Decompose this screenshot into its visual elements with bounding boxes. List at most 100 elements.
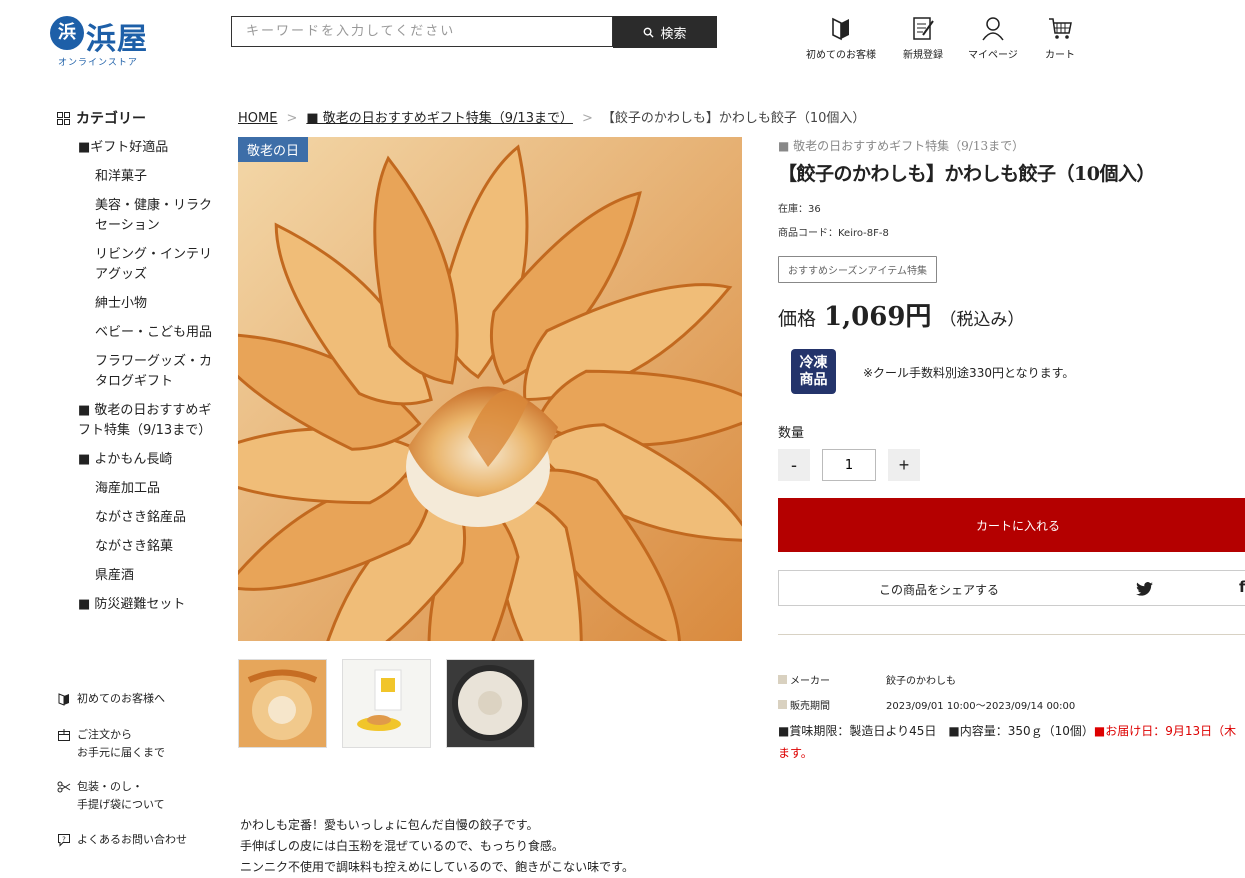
description-line: ニンニク不使用で調味料も控えめにしているので、飽きがこない味です。 — [240, 860, 634, 874]
product-badge: 敬老の日 — [238, 137, 309, 162]
breadcrumb: HOME > ■ 敬老の日おすすめギフト特集（9/13まで） > 【餃子のかわしも】かわ… — [238, 107, 865, 126]
category-seafood[interactable]: 海産加工品 — [57, 479, 217, 499]
spec-bullet — [778, 675, 787, 684]
spec-period: 販売期間 2023/09/01 10:00〜2023/09/14 00:00 — [778, 697, 1075, 712]
quantity-input[interactable] — [822, 449, 876, 481]
price: 価格 1,069円 （税込み） — [778, 296, 1024, 333]
question-bubble-icon: ? — [58, 834, 70, 847]
thumbnail-pan-image — [447, 660, 534, 747]
thumbnail-2[interactable] — [342, 659, 431, 748]
price-label: 価格 — [778, 308, 817, 330]
spec-period-key: 販売期間 — [790, 701, 830, 712]
cool-fee-note: ※クール手数料別途330円となります。 — [863, 366, 1075, 380]
svg-text:?: ? — [62, 836, 66, 844]
search-button-label: 検索 — [660, 25, 687, 41]
scissors-icon — [57, 781, 71, 793]
category-heading: カテゴリー — [57, 108, 217, 128]
thumbnail-gyoza-image — [239, 660, 326, 747]
grid-icon — [57, 111, 70, 125]
gyoza-photo — [238, 137, 742, 641]
quantity-minus-button[interactable]: - — [778, 449, 810, 481]
thumbnail-1[interactable] — [238, 659, 327, 748]
frozen-line1: 冷凍 — [799, 354, 828, 371]
share-bar: この商品をシェアする f — [778, 570, 1245, 606]
first-guide-label: 初めてのお客様へ — [77, 692, 165, 705]
frozen-badge: 冷凍 商品 — [791, 349, 836, 394]
sidebar-link-first-guide[interactable]: 初めてのお客様へ — [57, 690, 165, 708]
price-tax: （税込み） — [939, 310, 1025, 330]
quantity-label: 数量 — [778, 426, 805, 441]
nav-register-label: 新規登録 — [903, 50, 943, 61]
frozen-line2: 商品 — [799, 371, 828, 388]
product-code: 商品コード：Keiro-8F-8 — [778, 228, 889, 239]
logo-subtitle: オンラインストア — [58, 58, 138, 68]
wrapping-line2: 手提げ袋について — [77, 798, 165, 811]
nav-mypage[interactable]: マイページ — [968, 14, 1018, 61]
category-gift[interactable]: ■ギフト好適品 — [57, 138, 217, 158]
category-mens[interactable]: 紳士小物 — [57, 294, 217, 314]
add-to-cart-button[interactable]: カートに入れる — [778, 498, 1245, 552]
spec-maker-value: 餃子のかわしも — [886, 676, 956, 687]
spec-maker: メーカー 餃子のかわしも — [778, 672, 956, 687]
box-icon — [58, 729, 70, 741]
category-keiro[interactable]: ■ 敬老の日おすすめギフト特集（9/13まで） — [57, 401, 217, 441]
season-tag[interactable]: おすすめシーズンアイテム特集 — [778, 256, 937, 283]
breadcrumb-separator: > — [581, 111, 593, 126]
nav-cart[interactable]: カート — [1045, 14, 1075, 61]
order-flow-line2: お手元に届くまで — [77, 746, 165, 759]
breadcrumb-current: 【餃子のかわしも】かわしも餃子（10個入） — [601, 111, 866, 126]
category-sake[interactable]: 県産酒 — [57, 566, 217, 586]
breadcrumb-category[interactable]: ■ 敬老の日おすすめギフト特集（9/13まで） — [306, 111, 573, 126]
breadcrumb-separator: > — [286, 111, 298, 126]
search-input[interactable] — [231, 16, 613, 47]
beginner-mark-icon — [832, 17, 849, 41]
register-icon — [913, 17, 934, 40]
spec-period-value: 2023/09/01 10:00〜2023/09/14 00:00 — [886, 701, 1076, 712]
quantity-plus-button[interactable]: + — [888, 449, 920, 481]
description-line: 手伸ばしの皮には白玉粉を混ぜているので、もっちり食感。 — [240, 839, 564, 853]
twitter-icon[interactable] — [1136, 582, 1153, 596]
nav-first-time-label: 初めてのお客様 — [806, 50, 876, 61]
logo-text: 浜屋 — [86, 22, 148, 57]
category-sweets[interactable]: 和洋菓子 — [57, 167, 217, 187]
sidebar-link-order-flow[interactable]: ご注文から お手元に届くまで — [57, 726, 165, 762]
product-title: 【餃子のかわしも】かわしも餃子（10個入） — [778, 163, 1155, 185]
breadcrumb-home[interactable]: HOME — [238, 111, 277, 126]
product-notes: ■賞味期限：製造日より45日 ■内容量：350ｇ（10個）■お届け日：9月13日… — [778, 720, 1236, 764]
search-icon — [644, 27, 655, 38]
facebook-icon[interactable]: f — [1239, 578, 1245, 596]
nav-register[interactable]: 新規登録 — [903, 14, 943, 61]
divider — [778, 634, 1245, 635]
category-specialty[interactable]: ながさき銘産品 — [57, 508, 217, 528]
nav-cart-label: カート — [1045, 50, 1075, 61]
sidebar-link-wrapping[interactable]: 包装・のし・ 手提げ袋について — [57, 778, 165, 814]
order-flow-line1: ご注文から — [77, 728, 132, 741]
spec-maker-key: メーカー — [790, 676, 830, 687]
faq-label: よくあるお問い合わせ — [77, 833, 187, 846]
category-beauty[interactable]: 美容・健康・リラクセーション — [57, 196, 217, 236]
nav-first-time[interactable]: 初めてのお客様 — [806, 14, 876, 61]
category-title: カテゴリー — [76, 111, 146, 127]
spec-bullet — [778, 700, 787, 709]
wrapping-line1: 包装・のし・ — [77, 780, 143, 793]
category-living[interactable]: リビング・インテリアグッズ — [57, 245, 217, 285]
cart-icon — [1049, 18, 1072, 39]
category-confection[interactable]: ながさき銘菓 — [57, 537, 217, 557]
nav-mypage-label: マイページ — [968, 50, 1018, 61]
beginner-mark-icon — [58, 693, 69, 706]
category-flower[interactable]: フラワーグッズ・カタログギフト — [57, 352, 217, 392]
notes-delivery: ■お届け日：9月13日（木 — [1093, 724, 1237, 738]
sidebar-link-faq[interactable]: ? よくあるお問い合わせ — [57, 831, 187, 849]
thumbnail-3[interactable] — [446, 659, 535, 748]
product-description: かわしも定番！愛もいっしょに包んだ自慢の餃子です。 手伸ばしの皮には白玉粉を混ぜ… — [240, 815, 634, 878]
search-button[interactable]: 検索 — [613, 16, 717, 48]
category-baby[interactable]: ベビー・こども用品 — [57, 323, 217, 343]
product-main-image[interactable] — [238, 137, 742, 641]
category-yokamon[interactable]: ■ よかもん長崎 — [57, 450, 217, 470]
notes-line2: ます。 — [778, 746, 813, 760]
category-disaster[interactable]: ■ 防災避難セット — [57, 595, 217, 615]
notes-line1: ■賞味期限：製造日より45日 ■内容量：350ｇ（10個） — [778, 724, 1094, 738]
price-value: 1,069円 — [824, 302, 932, 332]
site-logo[interactable]: 浜 浜屋 オンラインストア — [50, 14, 160, 70]
stock-count: 在庫：36 — [778, 204, 821, 215]
